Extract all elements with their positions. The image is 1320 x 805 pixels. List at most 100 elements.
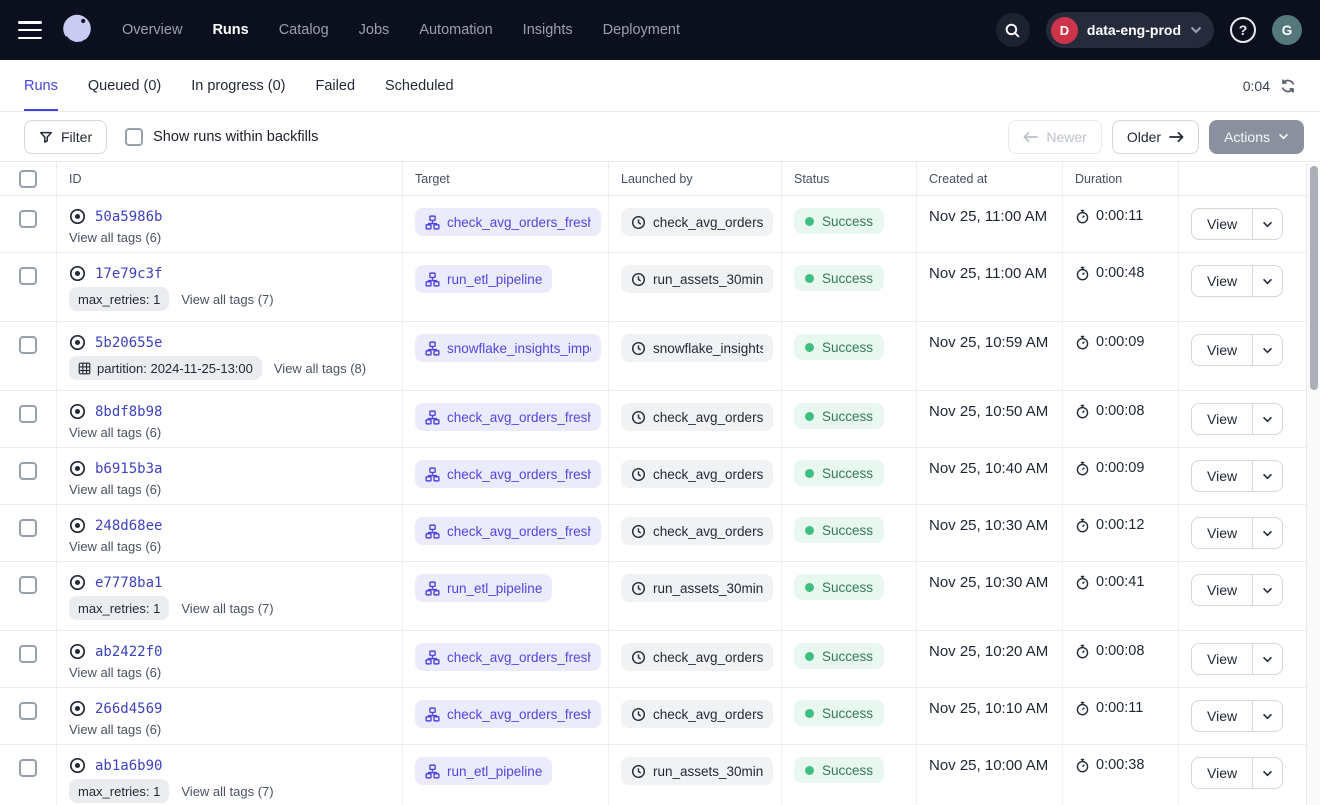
- actions-button[interactable]: Actions: [1209, 120, 1304, 154]
- run-id-link[interactable]: 5b20655e: [95, 335, 162, 351]
- backfills-checkbox[interactable]: [125, 128, 143, 146]
- launched-by-pill[interactable]: run_assets_30min: [621, 265, 773, 293]
- launched-by-pill[interactable]: snowflake_insights_…: [621, 334, 773, 362]
- view-dropdown-button[interactable]: [1252, 461, 1282, 491]
- view-dropdown-button[interactable]: [1252, 404, 1282, 434]
- run-id-link[interactable]: ab2422f0: [95, 644, 162, 660]
- row-checkbox[interactable]: [19, 759, 37, 777]
- target-pill[interactable]: run_etl_pipeline: [415, 757, 552, 785]
- show-backfills-toggle[interactable]: Show runs within backfills: [125, 128, 318, 146]
- nav-item-jobs[interactable]: Jobs: [359, 22, 390, 38]
- tab-scheduled[interactable]: Scheduled: [385, 60, 454, 111]
- view-button[interactable]: View: [1192, 701, 1252, 731]
- row-checkbox[interactable]: [19, 405, 37, 423]
- launched-by-pill[interactable]: run_assets_30min: [621, 757, 773, 785]
- view-all-tags-link[interactable]: View all tags (6): [69, 482, 161, 497]
- target-pill[interactable]: check_avg_orders_freshne: [415, 700, 601, 728]
- view-dropdown-button[interactable]: [1252, 644, 1282, 674]
- tab-in-progress[interactable]: In progress (0): [191, 60, 285, 111]
- tab-queued[interactable]: Queued (0): [88, 60, 161, 111]
- row-checkbox[interactable]: [19, 462, 37, 480]
- nav-item-runs[interactable]: Runs: [212, 22, 248, 38]
- help-button[interactable]: ?: [1230, 17, 1256, 43]
- target-pill[interactable]: run_etl_pipeline: [415, 574, 552, 602]
- view-all-tags-link[interactable]: View all tags (7): [181, 784, 273, 799]
- row-checkbox[interactable]: [19, 576, 37, 594]
- row-checkbox[interactable]: [19, 645, 37, 663]
- dagster-logo-icon[interactable]: [58, 11, 96, 49]
- target-pill[interactable]: check_avg_orders_freshne: [415, 403, 601, 431]
- launched-by-pill[interactable]: check_avg_orders_f…: [621, 517, 773, 545]
- deployment-switcher[interactable]: D data-eng-prod: [1046, 12, 1214, 48]
- menu-icon[interactable]: [18, 21, 42, 39]
- run-id-link[interactable]: 266d4569: [95, 701, 162, 717]
- nav-item-catalog[interactable]: Catalog: [279, 22, 329, 38]
- view-button[interactable]: View: [1192, 518, 1252, 548]
- run-id-link[interactable]: 50a5986b: [95, 209, 162, 225]
- target-pill[interactable]: run_etl_pipeline: [415, 265, 552, 293]
- view-button[interactable]: View: [1192, 758, 1252, 788]
- run-id-link[interactable]: 248d68ee: [95, 518, 162, 534]
- target-pill[interactable]: check_avg_orders_freshne: [415, 517, 601, 545]
- nav-item-automation[interactable]: Automation: [419, 22, 492, 38]
- view-dropdown-button[interactable]: [1252, 209, 1282, 239]
- launched-by-pill[interactable]: check_avg_orders_f…: [621, 700, 773, 728]
- nav-item-insights[interactable]: Insights: [523, 22, 573, 38]
- scrollbar-thumb[interactable]: [1310, 166, 1318, 390]
- run-id-link[interactable]: 8bdf8b98: [95, 404, 162, 420]
- older-button[interactable]: Older: [1112, 120, 1199, 154]
- view-button[interactable]: View: [1192, 266, 1252, 296]
- row-checkbox[interactable]: [19, 336, 37, 354]
- nav-item-deployment[interactable]: Deployment: [603, 22, 680, 38]
- run-id-link[interactable]: e7778ba1: [95, 575, 162, 591]
- view-all-tags-link[interactable]: View all tags (6): [69, 230, 161, 245]
- tab-runs[interactable]: Runs: [24, 60, 58, 111]
- target-pill[interactable]: check_avg_orders_freshne: [415, 208, 601, 236]
- user-avatar[interactable]: G: [1272, 15, 1302, 45]
- view-all-tags-link[interactable]: View all tags (6): [69, 722, 161, 737]
- newer-button[interactable]: Newer: [1008, 120, 1101, 154]
- launched-by-pill[interactable]: run_assets_30min: [621, 574, 773, 602]
- view-dropdown-button[interactable]: [1252, 335, 1282, 365]
- launched-by-pill[interactable]: check_avg_orders_f…: [621, 403, 773, 431]
- row-checkbox[interactable]: [19, 210, 37, 228]
- select-all-checkbox[interactable]: [19, 170, 37, 188]
- view-dropdown-button[interactable]: [1252, 266, 1282, 296]
- run-tag-pill[interactable]: partition: 2024-11-25-13:00: [69, 356, 262, 380]
- run-id-link[interactable]: ab1a6b90: [95, 758, 162, 774]
- tab-failed[interactable]: Failed: [316, 60, 356, 111]
- run-tag-pill[interactable]: max_retries: 1: [69, 287, 169, 311]
- view-button[interactable]: View: [1192, 404, 1252, 434]
- view-all-tags-link[interactable]: View all tags (6): [69, 665, 161, 680]
- view-all-tags-link[interactable]: View all tags (7): [181, 292, 273, 307]
- run-tag-pill[interactable]: max_retries: 1: [69, 596, 169, 620]
- view-button[interactable]: View: [1192, 209, 1252, 239]
- target-pill[interactable]: check_avg_orders_freshne: [415, 643, 601, 671]
- row-checkbox[interactable]: [19, 519, 37, 537]
- filter-button[interactable]: Filter: [24, 120, 107, 154]
- view-dropdown-button[interactable]: [1252, 518, 1282, 548]
- view-button[interactable]: View: [1192, 461, 1252, 491]
- view-all-tags-link[interactable]: View all tags (8): [274, 361, 366, 376]
- view-dropdown-button[interactable]: [1252, 701, 1282, 731]
- view-button[interactable]: View: [1192, 575, 1252, 605]
- view-all-tags-link[interactable]: View all tags (7): [181, 601, 273, 616]
- view-dropdown-button[interactable]: [1252, 758, 1282, 788]
- run-tag-pill[interactable]: max_retries: 1: [69, 779, 169, 803]
- target-pill[interactable]: check_avg_orders_freshne: [415, 460, 601, 488]
- launched-by-pill[interactable]: check_avg_orders_f…: [621, 643, 773, 671]
- run-id-link[interactable]: 17e79c3f: [95, 266, 162, 282]
- view-button[interactable]: View: [1192, 335, 1252, 365]
- run-id-link[interactable]: b6915b3a: [95, 461, 162, 477]
- view-all-tags-link[interactable]: View all tags (6): [69, 539, 161, 554]
- row-checkbox[interactable]: [19, 267, 37, 285]
- view-button[interactable]: View: [1192, 644, 1252, 674]
- view-dropdown-button[interactable]: [1252, 575, 1282, 605]
- refresh-icon[interactable]: [1280, 78, 1296, 94]
- nav-item-overview[interactable]: Overview: [122, 22, 182, 38]
- row-checkbox[interactable]: [19, 702, 37, 720]
- search-button[interactable]: [996, 13, 1030, 47]
- launched-by-pill[interactable]: check_avg_orders_f…: [621, 460, 773, 488]
- launched-by-pill[interactable]: check_avg_orders_f…: [621, 208, 773, 236]
- target-pill[interactable]: snowflake_insights_import: [415, 334, 601, 362]
